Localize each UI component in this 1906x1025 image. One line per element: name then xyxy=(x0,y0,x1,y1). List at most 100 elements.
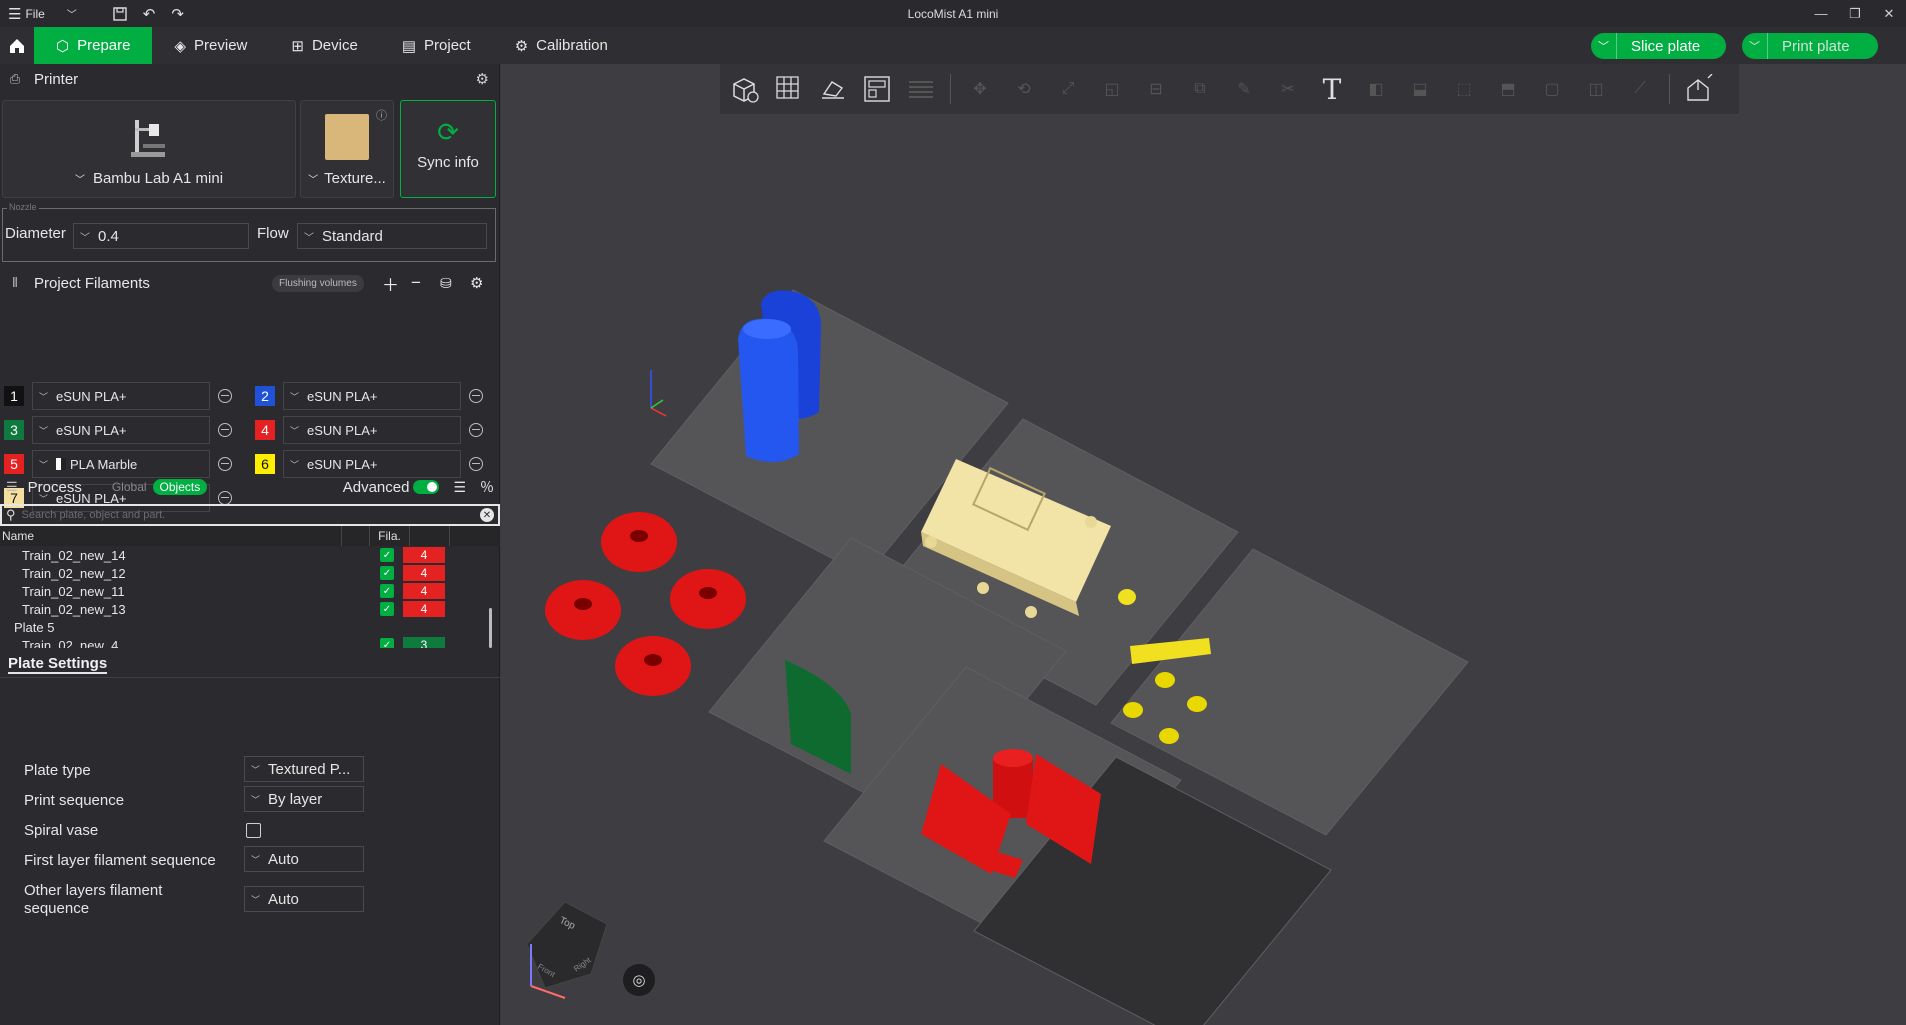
remove-filament-icon[interactable] xyxy=(469,423,483,437)
undo-icon: ↶ xyxy=(142,5,156,23)
redo-button[interactable]: ↷ xyxy=(163,0,192,27)
spiral-vase-label: Spiral vase xyxy=(24,822,99,839)
print-sequence-value: By layer xyxy=(268,790,323,808)
filament-color-swatch[interactable]: 5 xyxy=(4,454,24,474)
object-row[interactable]: Train_02_new_4 ✓ 3 xyxy=(0,636,484,648)
printer-model-card[interactable]: ﹀ Bambu Lab A1 mini xyxy=(2,100,296,198)
flushing-volumes-button[interactable]: Flushing volumes xyxy=(272,275,364,292)
visible-checkbox[interactable]: ✓ xyxy=(380,566,394,580)
file-menu[interactable]: ☰ File ﹀ xyxy=(0,0,85,27)
filament-color-swatch[interactable]: 4 xyxy=(255,420,275,440)
object-list-scrollbar[interactable] xyxy=(486,546,496,648)
chevron-down-icon: ﹀ xyxy=(39,391,49,402)
visible-checkbox[interactable]: ✓ xyxy=(380,638,394,648)
chevron-down-icon: ﹀ xyxy=(308,175,319,186)
filament-color-swatch[interactable]: 6 xyxy=(255,454,275,474)
minimize-button[interactable]: — xyxy=(1804,0,1838,27)
cube-icon: ⬡ xyxy=(56,37,70,55)
objects-toggle[interactable]: Objects xyxy=(152,479,208,495)
undo-button[interactable]: ↶ xyxy=(135,0,164,27)
chevron-down-icon: ﹀ xyxy=(251,854,261,865)
3d-viewport[interactable]: ✥ ⟲ ⤢ ◱ ⊟ ⧉ ✎ ✂ T ◧ ⬓ ⬚ ⬒ ▢ ◫ ⟋ Top Fron… xyxy=(501,64,1906,1025)
sync-info-button[interactable]: ⟳ Sync info xyxy=(400,100,496,198)
remove-filament-icon[interactable] xyxy=(469,389,483,403)
remove-filament-icon[interactable]: − xyxy=(411,273,421,293)
remove-filament-icon[interactable] xyxy=(469,457,483,471)
diameter-value: 0.4 xyxy=(98,227,119,245)
sync-info-label: Sync info xyxy=(417,154,479,171)
object-row[interactable]: Train_02_new_11 ✓ 4 xyxy=(0,582,484,600)
save-button[interactable] xyxy=(105,0,135,27)
filament-color-swatch[interactable]: 2 xyxy=(255,386,275,406)
close-button[interactable]: ✕ xyxy=(1872,0,1906,27)
plate-row[interactable]: Plate 5 xyxy=(0,618,484,636)
first-layer-sequence-select[interactable]: ﹀ Auto xyxy=(244,846,364,872)
flow-label: Flow xyxy=(257,225,289,242)
advanced-switch[interactable] xyxy=(413,480,440,494)
visible-checkbox[interactable]: ✓ xyxy=(380,602,394,616)
tab-preview[interactable]: ◈ Preview xyxy=(152,27,269,64)
object-row[interactable]: Train_02_new_13 ✓ 4 xyxy=(0,600,484,618)
filament-badge[interactable]: 3 xyxy=(403,637,445,648)
filament-settings-icon[interactable]: ⛁ xyxy=(440,275,452,292)
info-icon[interactable]: ⓘ xyxy=(376,107,387,123)
tab-calibration[interactable]: ⚙ Calibration xyxy=(493,27,630,64)
filament-badge[interactable]: 4 xyxy=(403,565,445,581)
other-layers-sequence-select[interactable]: ﹀ Auto xyxy=(244,886,364,912)
filament-name: eSUN PLA+ xyxy=(307,388,378,404)
remove-filament-icon[interactable] xyxy=(218,423,232,437)
remove-filament-icon[interactable] xyxy=(218,457,232,471)
print-plate-button[interactable]: ﹀ Print plate xyxy=(1742,33,1878,59)
chevron-down-icon[interactable]: ﹀ xyxy=(1591,33,1617,59)
flow-select[interactable]: ﹀ Standard xyxy=(297,223,487,249)
filament-select[interactable]: ﹀ eSUN PLA+ xyxy=(32,382,210,410)
filament-badge[interactable]: 4 xyxy=(403,547,445,563)
percent-icon[interactable]: ％ xyxy=(480,477,494,497)
visible-checkbox[interactable]: ✓ xyxy=(380,548,394,562)
view-cube[interactable]: Top Front Right xyxy=(515,894,615,1004)
print-plate-label: Print plate xyxy=(1782,37,1850,55)
add-filament-icon[interactable]: ＋ xyxy=(382,271,399,296)
filament-color-swatch[interactable]: 3 xyxy=(4,420,24,440)
print-sequence-select[interactable]: ﹀ By layer xyxy=(244,786,364,812)
tab-device[interactable]: ⊞ Device xyxy=(269,27,379,64)
list-icon[interactable]: ☰ xyxy=(453,479,466,496)
filament-select[interactable]: ﹀ eSUN PLA+ xyxy=(32,416,210,444)
object-name: Train_02_new_14 xyxy=(22,547,126,563)
title-bar: ☰ File ﹀ ↶ ↷ LocoMist A1 mini — ❐ ✕ xyxy=(0,0,1906,27)
spiral-vase-checkbox[interactable] xyxy=(246,823,261,838)
object-row[interactable]: Train_02_new_12 ✓ 4 xyxy=(0,564,484,582)
object-name: Train_02_new_4 xyxy=(22,637,119,649)
plate-settings-title: Plate Settings xyxy=(8,655,108,674)
filament-color-swatch[interactable]: 1 xyxy=(4,386,24,406)
tab-preview-label: Preview xyxy=(194,37,248,54)
filament-select[interactable]: ﹀ eSUN PLA+ xyxy=(283,382,461,410)
home-button[interactable] xyxy=(0,27,34,64)
diameter-select[interactable]: ﹀ 0.4 xyxy=(73,223,249,249)
plate-type-card[interactable]: ⓘ ﹀ Texture... xyxy=(300,100,394,198)
filament-badge[interactable]: 4 xyxy=(403,601,445,617)
tab-prepare[interactable]: ⬡ Prepare xyxy=(34,27,153,64)
slice-plate-button[interactable]: ﹀ Slice plate xyxy=(1591,33,1726,59)
print-sequence-label: Print sequence xyxy=(24,792,125,809)
remove-filament-icon[interactable] xyxy=(218,389,232,403)
chevron-down-icon[interactable]: ﹀ xyxy=(1742,33,1768,59)
object-search-input[interactable]: ⚲ Search plate, object and part. ✕ xyxy=(0,504,500,526)
visible-checkbox[interactable]: ✓ xyxy=(380,584,394,598)
restore-button[interactable]: ❐ xyxy=(1838,0,1872,27)
tab-project[interactable]: ▤ Project xyxy=(380,27,493,64)
chevron-down-icon: ﹀ xyxy=(251,794,261,805)
object-row[interactable]: Train_02_new_14 ✓ 4 xyxy=(0,546,484,564)
gear-icon[interactable]: ⚙ xyxy=(470,274,483,292)
filament-select[interactable]: ﹀ eSUN PLA+ xyxy=(283,416,461,444)
clear-search-icon[interactable]: ✕ xyxy=(480,508,494,522)
red-wheels[interactable] xyxy=(545,512,746,696)
global-toggle[interactable]: Global xyxy=(112,480,147,494)
chevron-down-icon: ﹀ xyxy=(66,10,77,21)
filaments-section-header: ⦀ Project Filaments Flushing volumes ＋ −… xyxy=(0,268,500,298)
camera-reset-button[interactable]: ◎ xyxy=(623,964,655,996)
gear-icon[interactable]: ⚙ xyxy=(476,70,489,88)
filament-badge[interactable]: 4 xyxy=(403,583,445,599)
plate-type-select[interactable]: ﹀ Textured P... xyxy=(244,756,364,782)
tab-device-label: Device xyxy=(311,37,358,54)
